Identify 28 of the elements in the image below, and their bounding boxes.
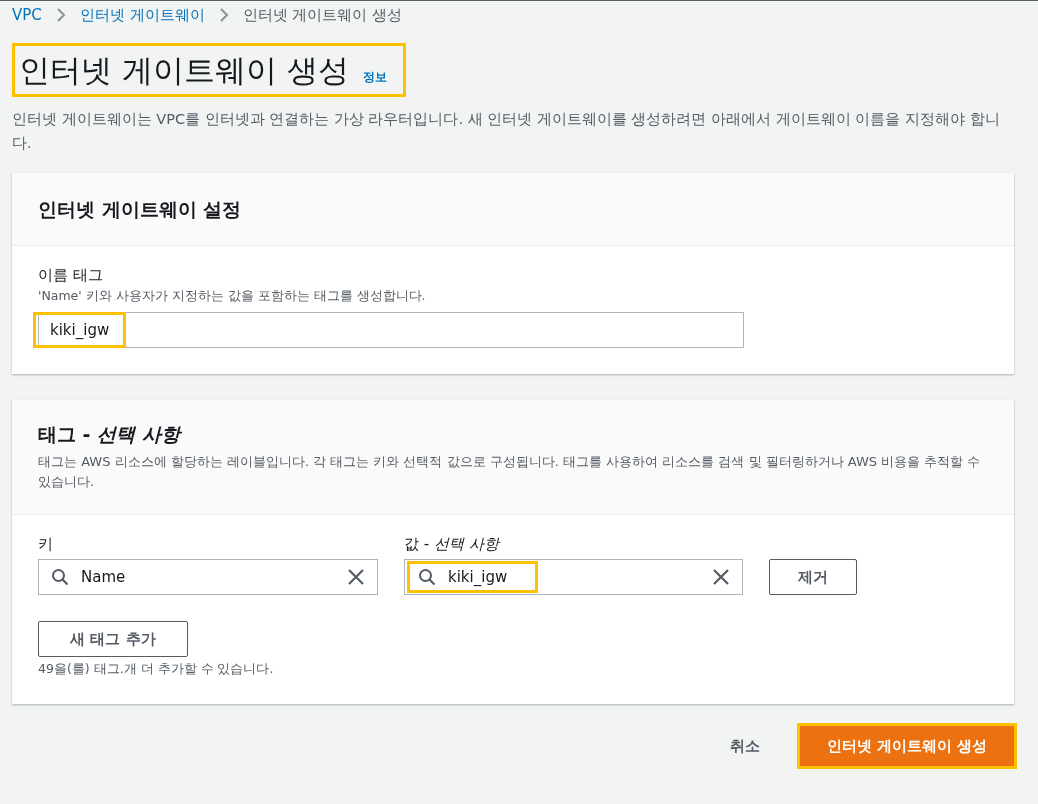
value-field[interactable]: kiki_igw bbox=[404, 559, 743, 595]
remove-button[interactable]: 제거 bbox=[769, 559, 857, 595]
card-title: 인터넷 게이트웨이 설정 bbox=[38, 197, 243, 222]
value-label: 값 - 선택 사항 bbox=[404, 534, 502, 555]
page-title: 인터넷 게이트웨이 생성 bbox=[19, 51, 349, 90]
breadcrumb-link[interactable]: 인터넷 게이트웨이 bbox=[79, 5, 205, 25]
field-hint: 'Name' 키와 사용자가 지정하는 값을 포함하는 태그를 생성합니다. bbox=[38, 287, 427, 305]
clear-icon[interactable] bbox=[712, 568, 730, 586]
chevron-right-icon bbox=[55, 7, 66, 23]
card-description: 태그는 AWS 리소스에 할당하는 레이블입니다. 각 태그는 키와 선택적 값으로 구성됩니다. 태그를 사용하여 리소스를 검색 및 필터링하거나 AWS 비용을 추적할 수 있습니다. bbox=[38, 453, 982, 491]
field-value: kiki_igw bbox=[33, 312, 127, 348]
info-link[interactable]: 정보 bbox=[362, 69, 387, 90]
add-tag-button[interactable]: 새 태그 추가 bbox=[38, 621, 188, 657]
tag-limit-note: 49을(를) 태그.개 더 추가할 수 있습니다. bbox=[38, 661, 275, 678]
field-label: 이름 태그 bbox=[38, 265, 104, 286]
card-title: 태그 - 선택 사항 bbox=[38, 422, 183, 447]
page-description: 인터넷 게이트웨이는 VPC를 인터넷과 연결하는 가상 라우터입니다. 새 인터넷 게이트웨이를 생성하려면 아래에서 게이트웨이 이름을 지정해야 합니다. bbox=[12, 110, 1001, 153]
chevron-right-icon bbox=[218, 7, 229, 23]
key-field[interactable]: Name bbox=[38, 559, 378, 595]
clear-icon[interactable] bbox=[347, 568, 365, 586]
field-value: Name bbox=[81, 568, 126, 586]
search-icon bbox=[418, 568, 436, 586]
search-icon bbox=[51, 568, 69, 586]
field-value: kiki_igw bbox=[448, 568, 508, 586]
breadcrumb-current: 인터넷 게이트웨이 생성 bbox=[242, 5, 403, 25]
breadcrumb-link[interactable]: VPC bbox=[12, 6, 42, 24]
key-label: 키 bbox=[38, 534, 54, 555]
cancel-link[interactable]: 취소 bbox=[729, 736, 760, 756]
